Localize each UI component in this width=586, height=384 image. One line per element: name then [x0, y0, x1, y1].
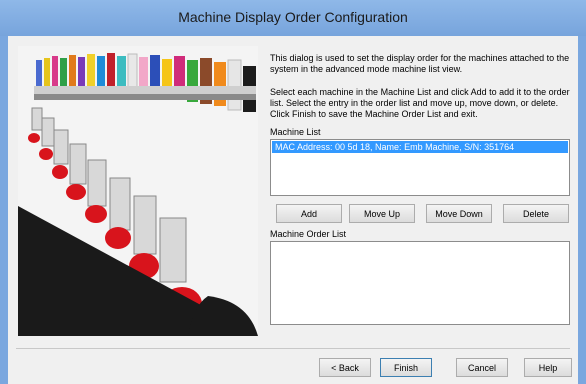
machine-order-list-label: Machine Order List: [270, 229, 347, 239]
instructions-paragraph-1: This dialog is used to set the display o…: [270, 53, 570, 74]
help-button[interactable]: Help: [524, 358, 572, 377]
machine-list[interactable]: MAC Address: 00 5d 18, Name: Emb Machine…: [270, 139, 570, 196]
machine-list-label: Machine List: [270, 127, 321, 137]
dialog-window: Machine Display Order Configuration This…: [0, 0, 586, 384]
back-button[interactable]: < Back: [319, 358, 371, 377]
footer-separator: [16, 348, 570, 349]
add-button[interactable]: Add: [276, 204, 342, 223]
machine-order-list[interactable]: [270, 241, 570, 325]
move-up-button[interactable]: Move Up: [349, 204, 415, 223]
move-down-button[interactable]: Move Down: [426, 204, 492, 223]
window-title: Machine Display Order Configuration: [178, 9, 408, 25]
machine-list-item[interactable]: MAC Address: 00 5d 18, Name: Emb Machine…: [272, 141, 568, 153]
cancel-button[interactable]: Cancel: [456, 358, 508, 377]
finish-button[interactable]: Finish: [380, 358, 432, 377]
embroidery-machines-image: [18, 46, 258, 336]
dialog-body: This dialog is used to set the display o…: [8, 36, 578, 384]
title-bar[interactable]: Machine Display Order Configuration: [0, 0, 586, 36]
instructions-paragraph-2: Select each machine in the Machine List …: [270, 87, 570, 119]
embroidery-machines-illustration: [18, 46, 258, 336]
delete-button[interactable]: Delete: [503, 204, 569, 223]
